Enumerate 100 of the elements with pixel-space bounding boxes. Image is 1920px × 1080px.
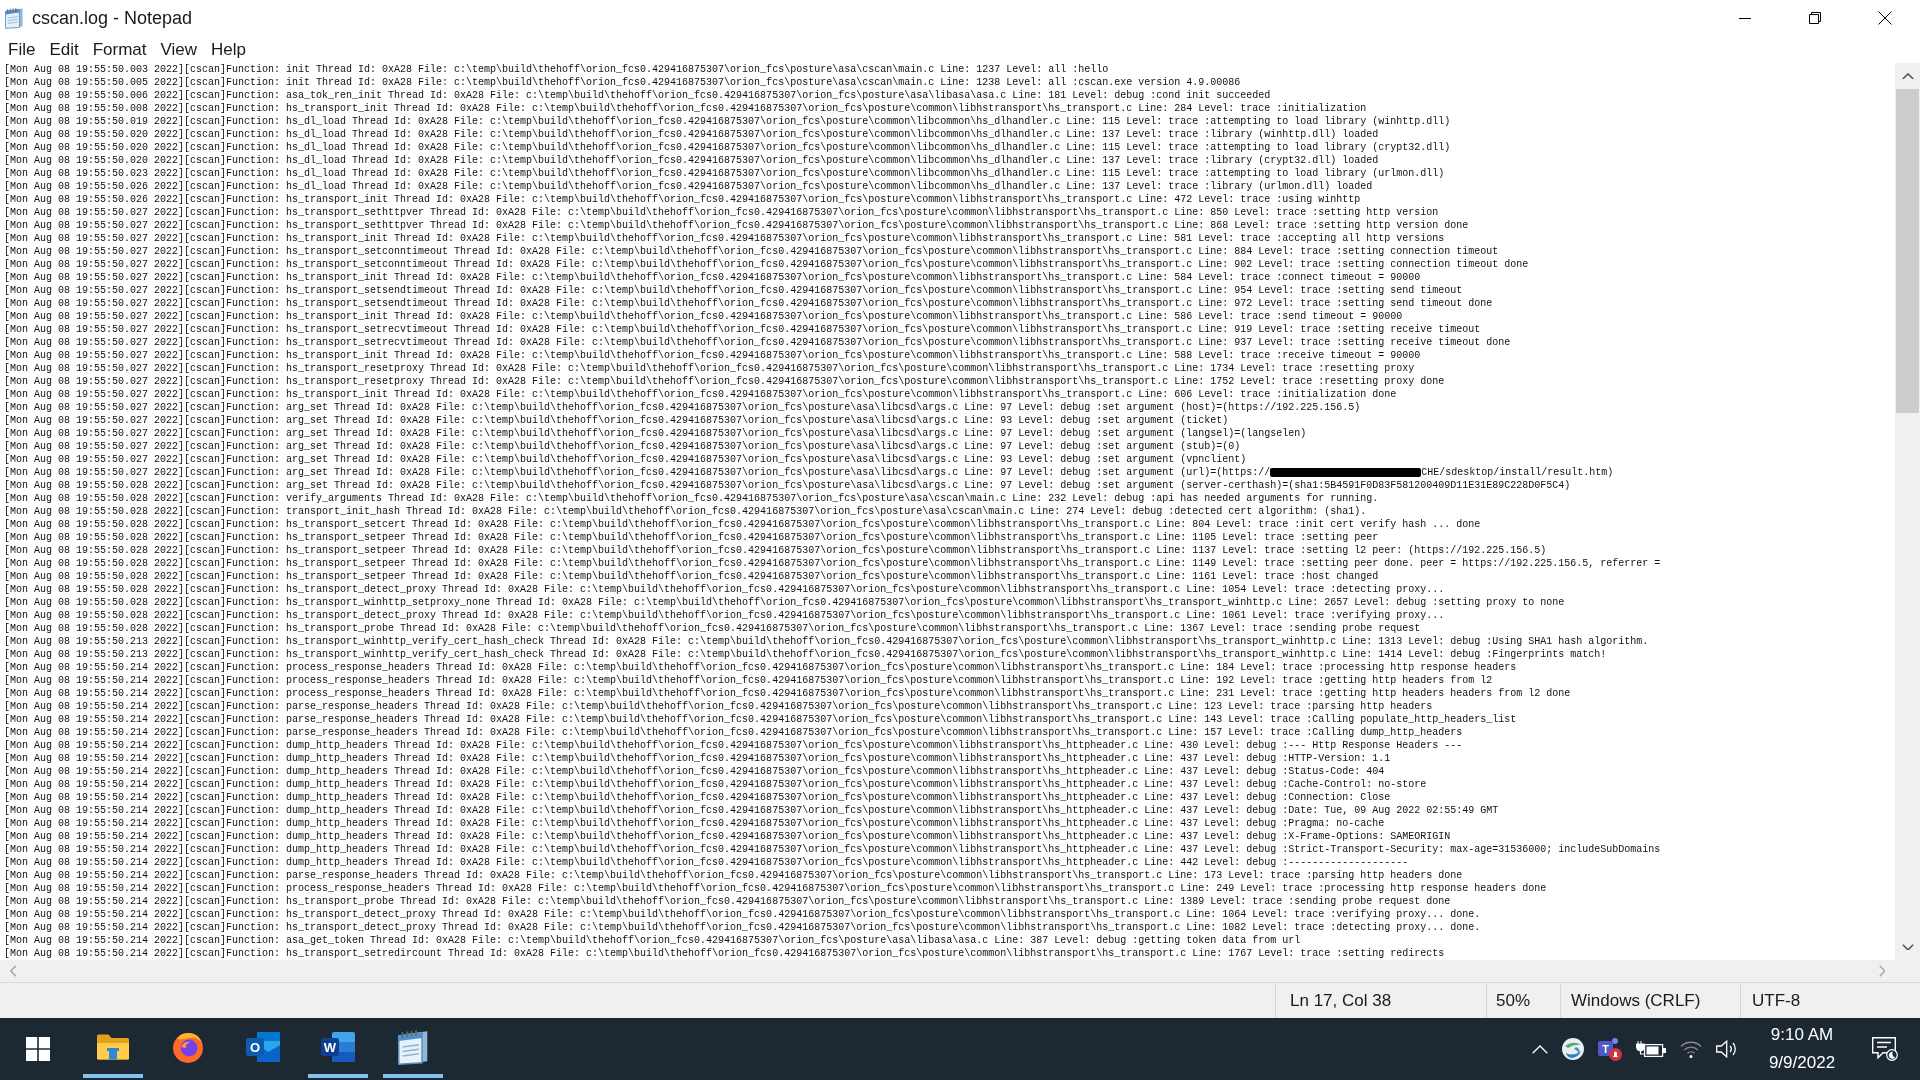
log-line: [Mon Aug 08 19:55:50.006 2022][cscan]Function: asa_tok_ren_init Thread Id: 0xA28 File: c:\temp\build\thehoff\orion_fcs0.429416875307\orion_fcs\posture\asa\libasa\asa.c Line: 181 Level: debug :cond init succeeded	[4, 89, 1272, 102]
log-line: [Mon Aug 08 19:55:50.028 2022][cscan]Function: hs_transport_setcert Thread Id: 0xA28 File: c:\temp\build\thehoff\orion_fcs0.429416875307\orion_fcs\posture\common\libhstransport\hs_transport.c Line: 804 Level: trace :init cert verify hash ... done	[4, 518, 1482, 531]
battery-plug-icon[interactable]	[1636, 1041, 1666, 1057]
log-line: [Mon Aug 08 19:55:50.005 2022][cscan]Function: init Thread Id: 0xA28 File: c:\temp\build\thehoff\orion_fcs0.429416875307\orion_fcs\posture\asa\cscan\main.c Line: 1238 Level: all :cscan.exe version 4.9.00086	[4, 76, 1242, 89]
cursor-position: Ln 17, Col 38	[1290, 989, 1392, 1012]
log-line: [Mon Aug 08 19:55:50.020 2022][cscan]Function: hs_dl_load Thread Id: 0xA28 File: c:\temp\build\thehoff\orion_fcs0.429416875307\orion_fcs\posture\common\libcommon\hs_dlhandler.c Line: 137 Level: trace :library (winhttp.dll) loaded	[4, 128, 1380, 141]
log-line: [Mon Aug 08 19:55:50.214 2022][cscan]Function: dump_http_headers Thread Id: 0xA28 File: c:\temp\build\thehoff\orion_fcs0.429416875307\orion_fcs\posture\common\libhstransport\hs_httpheader.c Line: 437 Level: debug :Strict-Transport-Security: max-age=31536000; includeSubDomains	[4, 843, 1662, 856]
log-line: [Mon Aug 08 19:55:50.214 2022][cscan]Function: parse_response_headers Thread Id: 0xA28 File: c:\temp\build\thehoff\orion_fcs0.429416875307\orion_fcs\posture\common\libhstransport\hs_transport.c Line: 157 Level: trace :Calling dump_http_headers	[4, 726, 1464, 739]
log-line: [Mon Aug 08 19:55:50.214 2022][cscan]Function: asa_get_token Thread Id: 0xA28 File: c:\temp\build\thehoff\orion_fcs0.429416875307\orion_fcs\posture\asa\libasa\asa.c Line: 387 Level: debug :getting token data from url	[4, 934, 1302, 947]
log-line: [Mon Aug 08 19:55:50.214 2022][cscan]Function: dump_http_headers Thread Id: 0xA28 File: c:\temp\build\thehoff\orion_fcs0.429416875307\orion_fcs\posture\common\libhstransport\hs_httpheader.c Line: 437 Level: debug :Pragma: no-cache	[4, 817, 1386, 830]
message-bubble-icon[interactable]	[1872, 1037, 1898, 1061]
log-line: [Mon Aug 08 19:55:50.214 2022][cscan]Function: hs_transport_setredircount Thread Id: 0xA28 File: c:\temp\build\thehoff\orion_fcs0.429416875307\orion_fcs\posture\common\libhstransport\hs_transport.c Line: 1767 Level: trace :setting redirects	[4, 947, 1446, 960]
line-ending: Windows (CRLF)	[1571, 989, 1701, 1012]
log-line: [Mon Aug 08 19:55:50.214 2022][cscan]Function: process_response_headers Thread Id: 0xA28 File: c:\temp\build\thehoff\orion_fcs0.429416875307\orion_fcs\posture\common\libhstransport\hs_transport.c Line: 231 Level: trace :getting http headers headers from l2 done	[4, 687, 1572, 700]
close-icon	[1878, 11, 1892, 25]
menu-item[interactable]: Format	[85, 36, 154, 63]
chevron-up-icon	[1901, 72, 1914, 80]
log-line: [Mon Aug 08 19:55:50.027 2022][cscan]Function: hs_transport_init Thread Id: 0xA28 File: c:\temp\build\thehoff\orion_fcs0.429416875307\orion_fcs\posture\common\libhstransport\hs_transport.c Line: 586 Level: trace :send timeout = 90000	[4, 310, 1404, 323]
log-line: [Mon Aug 08 19:55:50.020 2022][cscan]Function: hs_dl_load Thread Id: 0xA28 File: c:\temp\build\thehoff\orion_fcs0.429416875307\orion_fcs\posture\common\libcommon\hs_dlhandler.c Line: 137 Level: trace :library (crypt32.dll) loaded	[4, 154, 1380, 167]
log-line: [Mon Aug 08 19:55:50.214 2022][cscan]Function: dump_http_headers Thread Id: 0xA28 File: c:\temp\build\thehoff\orion_fcs0.429416875307\orion_fcs\posture\common\libhstransport\hs_httpheader.c Line: 437 Level: debug :Cache-Control: no-store	[4, 778, 1428, 791]
log-line: [Mon Aug 08 19:55:50.028 2022][cscan]Function: hs_transport_detect_proxy Thread Id: 0xA28 File: c:\temp\build\thehoff\orion_fcs0.429416875307\orion_fcs\posture\common\libhstransport\hs_transport.c Line: 1054 Level: trace :detecting proxy...	[4, 583, 1446, 596]
log-line: [Mon Aug 08 19:55:50.213 2022][cscan]Function: hs_transport_winhttp_verify_cert_hash_check Thread Id: 0xA28 File: c:\temp\build\thehoff\orion_fcs0.429416875307\orion_fcs\posture\common\libhstransport\hs_transport_winhttp.c Line: 1414 Level: debug :Fingerprints match!	[4, 648, 1608, 661]
log-line: [Mon Aug 08 19:55:50.214 2022][cscan]Function: hs_transport_probe Thread Id: 0xA28 File: c:\temp\build\thehoff\orion_fcs0.429416875307\orion_fcs\posture\common\libhstransport\hs_transport.c Line: 1389 Level: trace :sending probe request done	[4, 895, 1452, 908]
log-line: [Mon Aug 08 19:55:50.028 2022][cscan]Function: arg_set Thread Id: 0xA28 File: c:\temp\build\thehoff\orion_fcs0.429416875307\orion_fcs\posture\asa\libcsd\args.c Line: 97 Level: debug :set argument (server-certhash)=(sha1:5B4591F0D83F581200409D11E31E89C228D0F5C4)	[4, 479, 1572, 492]
log-line: [Mon Aug 08 19:55:50.028 2022][cscan]Function: hs_transport_probe Thread Id: 0xA28 File: c:\temp\build\thehoff\orion_fcs0.429416875307\orion_fcs\posture\common\libhstransport\hs_transport.c Line: 1367 Level: trace :sending probe request	[4, 622, 1422, 635]
log-line: [Mon Aug 08 19:55:50.214 2022][cscan]Function: process_response_headers Thread Id: 0xA28 File: c:\temp\build\thehoff\orion_fcs0.429416875307\orion_fcs\posture\common\libhstransport\hs_transport.c Line: 192 Level: trace :getting http headers from l2	[4, 674, 1494, 687]
chevron-down-icon	[1901, 943, 1914, 951]
log-line: [Mon Aug 08 19:55:50.028 2022][cscan]Function: hs_transport_setpeer Thread Id: 0xA28 File: c:\temp\build\thehoff\orion_fcs0.429416875307\orion_fcs\posture\common\libhstransport\hs_transport.c Line: 1161 Level: trace :host changed	[4, 570, 1380, 583]
log-line: [Mon Aug 08 19:55:50.026 2022][cscan]Function: hs_transport_init Thread Id: 0xA28 File: c:\temp\build\thehoff\orion_fcs0.429416875307\orion_fcs\posture\common\libhstransport\hs_transport.c Line: 472 Level: trace :using winhttp	[4, 193, 1362, 206]
log-line: [Mon Aug 08 19:55:50.027 2022][cscan]Function: hs_transport_init Thread Id: 0xA28 File: c:\temp\build\thehoff\orion_fcs0.429416875307\orion_fcs\posture\common\libhstransport\hs_transport.c Line: 606 Level: trace :initialization done	[4, 388, 1398, 401]
log-line: [Mon Aug 08 19:55:50.214 2022][cscan]Function: dump_http_headers Thread Id: 0xA28 File: c:\temp\build\thehoff\orion_fcs0.429416875307\orion_fcs\posture\common\libhstransport\hs_httpheader.c Line: 442 Level: debug :--------------------	[4, 856, 1410, 869]
log-line: [Mon Aug 08 19:55:50.214 2022][cscan]Function: dump_http_headers Thread Id: 0xA28 File: c:\temp\build\thehoff\orion_fcs0.429416875307\orion_fcs\posture\common\libhstransport\hs_httpheader.c Line: 437 Level: debug :X-Frame-Options: SAMEORIGIN	[4, 830, 1452, 843]
log-line: [Mon Aug 08 19:55:50.027 2022][cscan]Function: arg_set Thread Id: 0xA28 File: c:\temp\build\thehoff\orion_fcs0.429416875307\orion_fcs\posture\asa\libcsd\args.c Line: 97 Level: debug :set argument (langsel)=(langselen)	[4, 427, 1308, 440]
log-line: [Mon Aug 08 19:55:50.027 2022][cscan]Function: arg_set Thread Id: 0xA28 File: c:\temp\build\thehoff\orion_fcs0.429416875307\orion_fcs\posture\asa\libcsd\args.c Line: 97 Level: debug :set argument (url)=(https://	[4, 466, 1271, 479]
restore-icon	[1809, 12, 1821, 24]
log-line: [Mon Aug 08 19:55:50.027 2022][cscan]Function: hs_transport_init Thread Id: 0xA28 File: c:\temp\build\thehoff\orion_fcs0.429416875307\orion_fcs\posture\common\libhstransport\hs_transport.c Line: 584 Level: trace :connect timeout = 90000	[4, 271, 1422, 284]
log-line: [Mon Aug 08 19:55:50.214 2022][cscan]Function: dump_http_headers Thread Id: 0xA28 File: c:\temp\build\thehoff\orion_fcs0.429416875307\orion_fcs\posture\common\libhstransport\hs_httpheader.c Line: 437 Level: debug :HTTP-Version: 1.1	[4, 752, 1392, 765]
clock-date: 9/9/2022	[1768, 1052, 1836, 1074]
log-line: [Mon Aug 08 19:55:50.214 2022][cscan]Function: parse_response_headers Thread Id: 0xA28 File: c:\temp\build\thehoff\orion_fcs0.429416875307\orion_fcs\posture\common\libhstransport\hs_transport.c Line: 173 Level: trace :parsing http headers done	[4, 869, 1464, 882]
log-line: [Mon Aug 08 19:55:50.027 2022][cscan]Function: arg_set Thread Id: 0xA28 File: c:\temp\build\thehoff\orion_fcs0.429416875307\orion_fcs\posture\asa\libcsd\args.c Line: 97 Level: debug :set argument (host)=(https://192.225.156.5)	[4, 401, 1362, 414]
scrollbar-thumb[interactable]	[1896, 89, 1919, 413]
log-line: [Mon Aug 08 19:55:50.214 2022][cscan]Function: process_response_headers Thread Id: 0xA28 File: c:\temp\build\thehoff\orion_fcs0.429416875307\orion_fcs\posture\common\libhstransport\hs_transport.c Line: 249 Level: trace :processing http response headers done	[4, 882, 1548, 895]
log-line: [Mon Aug 08 19:55:50.028 2022][cscan]Function: transport_init_hash Thread Id: 0xA28 File: c:\temp\build\thehoff\orion_fcs0.429416875307\orion_fcs\posture\asa\cscan\main.c Line: 274 Level: debug :detected cert algorithm: (sha1).	[4, 505, 1368, 518]
log-line: [Mon Aug 08 19:55:50.027 2022][cscan]Function: hs_transport_setconntimeout Thread Id: 0xA28 File: c:\temp\build\thehoff\orion_fcs0.429416875307\orion_fcs\posture\common\libhstransport\hs_transport.c Line: 902 Level: trace :setting connection timeout done	[4, 258, 1530, 271]
folder-icon	[96, 1033, 129, 1060]
menu-item[interactable]: File	[1, 36, 43, 63]
log-line: CHE/sdesktop/install/result.htm)	[1421, 466, 1614, 479]
log-line: [Mon Aug 08 19:55:50.027 2022][cscan]Function: hs_transport_sethttpver Thread Id: 0xA28 File: c:\temp\build\thehoff\orion_fcs0.429416875307\orion_fcs\posture\common\libhstransport\hs_transport.c Line: 868 Level: trace :setting http version done	[4, 219, 1470, 232]
chevron-right-icon	[1878, 965, 1886, 977]
log-line: [Mon Aug 08 19:55:50.026 2022][cscan]Function: hs_dl_load Thread Id: 0xA28 File: c:\temp\build\thehoff\orion_fcs0.429416875307\orion_fcs\posture\common\libcommon\hs_dlhandler.c Line: 137 Level: trace :library (urlmon.dll) loaded	[4, 180, 1374, 193]
log-line: [Mon Aug 08 19:55:50.027 2022][cscan]Function: hs_transport_sethttpver Thread Id: 0xA28 File: c:\temp\build\thehoff\orion_fcs0.429416875307\orion_fcs\posture\common\libhstransport\hs_transport.c Line: 850 Level: trace :setting http version	[4, 206, 1440, 219]
speaker-icon[interactable]	[1716, 1040, 1738, 1058]
menu-item[interactable]: Edit	[42, 36, 86, 63]
log-line: [Mon Aug 08 19:55:50.023 2022][cscan]Function: hs_dl_load Thread Id: 0xA28 File: c:\temp\build\thehoff\orion_fcs0.429416875307\orion_fcs\posture\common\libcommon\hs_dlhandler.c Line: 115 Level: trace :attempting to load library (urlmon.dll)	[4, 167, 1446, 180]
chevron-left-icon	[9, 965, 17, 977]
log-line: [Mon Aug 08 19:55:50.027 2022][cscan]Function: hs_transport_init Thread Id: 0xA28 File: c:\temp\build\thehoff\orion_fcs0.429416875307\orion_fcs\posture\common\libhstransport\hs_transport.c Line: 588 Level: trace :receive timeout = 90000	[4, 349, 1422, 362]
log-line: [Mon Aug 08 19:55:50.028 2022][cscan]Function: hs_transport_winhttp_setproxy_none Thread Id: 0xA28 File: c:\temp\build\thehoff\orion_fcs0.429416875307\orion_fcs\posture\common\libhstransport\hs_transport_winhttp.c Line: 2657 Level: debug :setting proxy to none	[4, 596, 1566, 609]
clock-time: 9:10 AM	[1770, 1024, 1834, 1046]
log-line: [Mon Aug 08 19:55:50.027 2022][cscan]Function: arg_set Thread Id: 0xA28 File: c:\temp\build\thehoff\orion_fcs0.429416875307\orion_fcs\posture\asa\libcsd\args.c Line: 97 Level: debug :set argument (stub)=(0)	[4, 440, 1242, 453]
log-line: [Mon Aug 08 19:55:50.027 2022][cscan]Function: arg_set Thread Id: 0xA28 File: c:\temp\build\thehoff\orion_fcs0.429416875307\orion_fcs\posture\asa\libcsd\args.c Line: 93 Level: debug :set argument (vpnclient)	[4, 453, 1248, 466]
log-line: [Mon Aug 08 19:55:50.214 2022][cscan]Function: dump_http_headers Thread Id: 0xA28 File: c:\temp\build\thehoff\orion_fcs0.429416875307\orion_fcs\posture\common\libhstransport\hs_httpheader.c Line: 437 Level: debug :Date: Tue, 09 Aug 2022 02:55:49 GMT	[4, 804, 1500, 817]
encoding: UTF-8	[1752, 989, 1801, 1012]
zoom-level: 50%	[1496, 989, 1531, 1012]
taskbar-app-button[interactable]: W	[300, 1018, 375, 1080]
menu-item[interactable]: Help	[204, 36, 254, 63]
chevron-up-icon[interactable]	[1532, 1044, 1548, 1054]
log-line: [Mon Aug 08 19:55:50.027 2022][cscan]Function: hs_transport_setrecvtimeout Thread Id: 0xA28 File: c:\temp\build\thehoff\orion_fcs0.429416875307\orion_fcs\posture\common\libhstransport\hs_transport.c Line: 937 Level: trace :setting receive timeout done	[4, 336, 1512, 349]
window-title: cscan.log - Notepad	[32, 6, 193, 30]
log-line: [Mon Aug 08 19:55:50.027 2022][cscan]Function: arg_set Thread Id: 0xA28 File: c:\temp\build\thehoff\orion_fcs0.429416875307\orion_fcs\posture\asa\libcsd\args.c Line: 93 Level: debug :set argument (ticket)	[4, 414, 1230, 427]
log-line: [Mon Aug 08 19:55:50.028 2022][cscan]Function: hs_transport_setpeer Thread Id: 0xA28 File: c:\temp\build\thehoff\orion_fcs0.429416875307\orion_fcs\posture\common\libhstransport\hs_transport.c Line: 1137 Level: trace :setting l2 peer: (https://192.225.156.5)	[4, 544, 1548, 557]
log-line: [Mon Aug 08 19:55:50.214 2022][cscan]Function: dump_http_headers Thread Id: 0xA28 File: c:\temp\build\thehoff\orion_fcs0.429416875307\orion_fcs\posture\common\libhstransport\hs_httpheader.c Line: 437 Level: debug :Connection: Close	[4, 791, 1392, 804]
log-line: [Mon Aug 08 19:55:50.020 2022][cscan]Function: hs_dl_load Thread Id: 0xA28 File: c:\temp\build\thehoff\orion_fcs0.429416875307\orion_fcs\posture\common\libcommon\hs_dlhandler.c Line: 115 Level: trace :attempting to load library (crypt32.dll)	[4, 141, 1452, 154]
log-line: [Mon Aug 08 19:55:50.027 2022][cscan]Function: hs_transport_setrecvtimeout Thread Id: 0xA28 File: c:\temp\build\thehoff\orion_fcs0.429416875307\orion_fcs\posture\common\libhstransport\hs_transport.c Line: 919 Level: trace :setting receive timeout	[4, 323, 1482, 336]
globe-icon[interactable]	[1562, 1038, 1584, 1060]
log-line: [Mon Aug 08 19:55:50.027 2022][cscan]Function: hs_transport_setsendtimeout Thread Id: 0xA28 File: c:\temp\build\thehoff\orion_fcs0.429416875307\orion_fcs\posture\common\libhstransport\hs_transport.c Line: 954 Level: trace :setting send timeout	[4, 284, 1464, 297]
log-line: [Mon Aug 08 19:55:50.027 2022][cscan]Function: hs_transport_setconntimeout Thread Id: 0xA28 File: c:\temp\build\thehoff\orion_fcs0.429416875307\orion_fcs\posture\common\libhstransport\hs_transport.c Line: 884 Level: trace :setting connection timeout	[4, 245, 1500, 258]
minimize-icon	[1739, 17, 1751, 19]
taskbar-app-button[interactable]: O	[225, 1018, 300, 1080]
windows-logo-icon	[25, 1037, 50, 1061]
fox-globe-icon	[171, 1030, 204, 1063]
log-line: [Mon Aug 08 19:55:50.214 2022][cscan]Function: dump_http_headers Thread Id: 0xA28 File: c:\temp\build\thehoff\orion_fcs0.429416875307\orion_fcs\posture\common\libhstransport\hs_httpheader.c Line: 430 Level: debug :--- Http Response Headers ---	[4, 739, 1464, 752]
log-line: [Mon Aug 08 19:55:50.214 2022][cscan]Function: hs_transport_detect_proxy Thread Id: 0xA28 File: c:\temp\build\thehoff\orion_fcs0.429416875307\orion_fcs\posture\common\libhstransport\hs_transport.c Line: 1064 Level: trace :verifying proxy... done.	[4, 908, 1482, 921]
log-line: [Mon Aug 08 19:55:50.027 2022][cscan]Function: hs_transport_resetproxy Thread Id: 0xA28 File: c:\temp\build\thehoff\orion_fcs0.429416875307\orion_fcs\posture\common\libhstransport\hs_transport.c Line: 1734 Level: trace :resetting proxy	[4, 362, 1416, 375]
log-line: [Mon Aug 08 19:55:50.028 2022][cscan]Function: hs_transport_setpeer Thread Id: 0xA28 File: c:\temp\build\thehoff\orion_fcs0.429416875307\orion_fcs\posture\common\libhstransport\hs_transport.c Line: 1149 Level: trace :setting peer done. peer = https://192.225.156.5, referrer =	[4, 557, 1662, 570]
notepad-icon	[397, 1028, 428, 1065]
log-line: [Mon Aug 08 19:55:50.214 2022][cscan]Function: process_response_headers Thread Id: 0xA28 File: c:\temp\build\thehoff\orion_fcs0.429416875307\orion_fcs\posture\common\libhstransport\hs_transport.c Line: 184 Level: trace :processing http response headers	[4, 661, 1518, 674]
log-line: [Mon Aug 08 19:55:50.027 2022][cscan]Function: hs_transport_setsendtimeout Thread Id: 0xA28 File: c:\temp\build\thehoff\orion_fcs0.429416875307\orion_fcs\posture\common\libhstransport\hs_transport.c Line: 972 Level: trace :setting send timeout done	[4, 297, 1494, 310]
vertical-scrollbar[interactable]	[1895, 63, 1920, 960]
log-line: [Mon Aug 08 19:55:50.027 2022][cscan]Function: hs_transport_init Thread Id: 0xA28 File: c:\temp\build\thehoff\orion_fcs0.429416875307\orion_fcs\posture\common\libhstransport\hs_transport.c Line: 581 Level: trace :accepting all http versions	[4, 232, 1446, 245]
log-line: [Mon Aug 08 19:55:50.214 2022][cscan]Function: dump_http_headers Thread Id: 0xA28 File: c:\temp\build\thehoff\orion_fcs0.429416875307\orion_fcs\posture\common\libhstransport\hs_httpheader.c Line: 437 Level: debug :Status-Code: 404	[4, 765, 1386, 778]
log-line: [Mon Aug 08 19:55:50.027 2022][cscan]Function: hs_transport_resetproxy Thread Id: 0xA28 File: c:\temp\build\thehoff\orion_fcs0.429416875307\orion_fcs\posture\common\libhstransport\hs_transport.c Line: 1752 Level: trace :resetting proxy done	[4, 375, 1446, 388]
wifi-icon[interactable]	[1680, 1040, 1702, 1058]
log-line: [Mon Aug 08 19:55:50.028 2022][cscan]Function: hs_transport_setpeer Thread Id: 0xA28 File: c:\temp\build\thehoff\orion_fcs0.429416875307\orion_fcs\posture\common\libhstransport\hs_transport.c Line: 1105 Level: trace :setting peer	[4, 531, 1380, 544]
log-line: [Mon Aug 08 19:55:50.214 2022][cscan]Function: parse_response_headers Thread Id: 0xA28 File: c:\temp\build\thehoff\orion_fcs0.429416875307\orion_fcs\posture\common\libhstransport\hs_transport.c Line: 123 Level: trace :parsing http headers	[4, 700, 1434, 713]
log-line: [Mon Aug 08 19:55:50.003 2022][cscan]Function: init Thread Id: 0xA28 File: c:\temp\build\thehoff\orion_fcs0.429416875307\orion_fcs\posture\asa\cscan\main.c Line: 1237 Level: all :hello	[4, 63, 1110, 76]
log-line: [Mon Aug 08 19:55:50.019 2022][cscan]Function: hs_dl_load Thread Id: 0xA28 File: c:\temp\build\thehoff\orion_fcs0.429416875307\orion_fcs\posture\common\libcommon\hs_dlhandler.c Line: 115 Level: trace :attempting to load library (winhttp.dll)	[4, 115, 1452, 128]
menu-item[interactable]: View	[153, 36, 205, 63]
log-line: [Mon Aug 08 19:55:50.214 2022][cscan]Function: hs_transport_detect_proxy Thread Id: 0xA28 File: c:\temp\build\thehoff\orion_fcs0.429416875307\orion_fcs\posture\common\libhstransport\hs_transport.c Line: 1082 Level: trace :detecting proxy... done.	[4, 921, 1482, 934]
log-line: [Mon Aug 08 19:55:50.214 2022][cscan]Function: parse_response_headers Thread Id: 0xA28 File: c:\temp\build\thehoff\orion_fcs0.429416875307\orion_fcs\posture\common\libhstransport\hs_transport.c Line: 143 Level: trace :Calling populate_http_headers_list	[4, 713, 1518, 726]
log-line: [Mon Aug 08 19:55:50.028 2022][cscan]Function: verify_arguments Thread Id: 0xA28 File: c:\temp\build\thehoff\orion_fcs0.429416875307\orion_fcs\posture\asa\cscan\main.c Line: 232 Level: debug :api has needed arguments for running.	[4, 492, 1380, 505]
